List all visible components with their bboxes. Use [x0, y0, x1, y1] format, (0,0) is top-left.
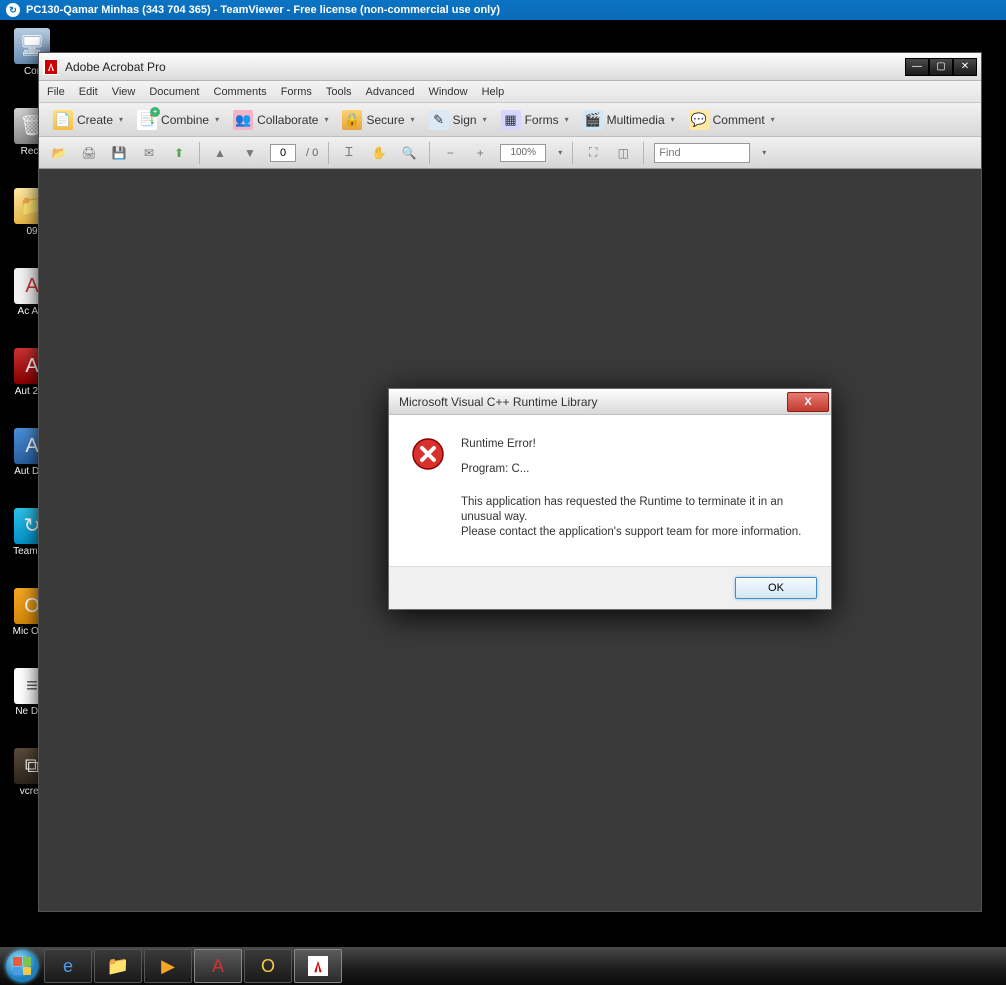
ok-button[interactable]: OK [735, 577, 817, 599]
zoom-out-icon[interactable]: − [440, 143, 460, 163]
taskbar-acrobat[interactable] [294, 949, 342, 983]
menu-view[interactable]: View [112, 86, 136, 98]
taskbar-explorer[interactable]: 📁 [94, 949, 142, 983]
menu-edit[interactable]: Edit [79, 86, 98, 98]
error-message: Runtime Error! Program: C... This applic… [461, 437, 809, 550]
save-icon[interactable]: 💾 [109, 143, 129, 163]
collaborate-button[interactable]: 👥Collaborate▾ [229, 107, 332, 133]
find-input[interactable] [654, 143, 750, 163]
taskbar-mediaplayer[interactable]: ▶ [144, 949, 192, 983]
acrobat-menubar: File Edit View Document Comments Forms T… [39, 81, 981, 103]
marquee-zoom-icon[interactable]: 🔍 [399, 143, 419, 163]
minimize-button[interactable]: — [905, 58, 929, 76]
start-button[interactable] [2, 947, 42, 985]
next-page-icon[interactable]: ▼ [240, 143, 260, 163]
zoom-in-icon[interactable]: + [470, 143, 490, 163]
menu-forms[interactable]: Forms [281, 86, 312, 98]
sign-button[interactable]: ✎Sign▾ [425, 107, 491, 133]
secure-button[interactable]: 🔒Secure▾ [338, 107, 418, 133]
taskbar-outlook[interactable]: O [244, 949, 292, 983]
zoom-level[interactable]: 100% [500, 144, 546, 162]
multimedia-button[interactable]: 🎬Multimedia▾ [579, 107, 679, 133]
windows-logo-icon [6, 950, 38, 982]
combine-button[interactable]: 📑Combine▾ [133, 107, 223, 133]
fit-width-icon[interactable]: ⛶ [583, 143, 603, 163]
comment-button[interactable]: 💬Comment▾ [685, 107, 779, 133]
error-titlebar[interactable]: Microsoft Visual C++ Runtime Library X [389, 389, 831, 415]
menu-tools[interactable]: Tools [326, 86, 352, 98]
maximize-button[interactable]: ▢ [929, 58, 953, 76]
menu-window[interactable]: Window [428, 86, 467, 98]
menu-help[interactable]: Help [482, 86, 505, 98]
error-close-button[interactable]: X [787, 392, 829, 412]
prev-page-icon[interactable]: ▲ [210, 143, 230, 163]
error-msg2: Please contact the application's support… [461, 526, 801, 538]
error-heading: Runtime Error! [461, 437, 809, 452]
comment-icon: 💬 [689, 110, 709, 130]
page-total: / 0 [306, 147, 318, 159]
sign-icon: ✎ [429, 110, 449, 130]
create-button[interactable]: 📄Create▾ [49, 107, 127, 133]
error-msg1: This application has requested the Runti… [461, 496, 783, 523]
taskbar-ie[interactable]: e [44, 949, 92, 983]
close-button[interactable]: ✕ [953, 58, 977, 76]
fit-page-icon[interactable]: ◫ [613, 143, 633, 163]
page-number-input[interactable] [270, 144, 296, 162]
error-title-text: Microsoft Visual C++ Runtime Library [399, 395, 598, 409]
teamviewer-icon: ↻ [6, 3, 20, 17]
email-icon[interactable]: ✉ [139, 143, 159, 163]
menu-comments[interactable]: Comments [214, 86, 267, 98]
menu-file[interactable]: File [47, 86, 65, 98]
acrobat-app-icon [43, 59, 59, 75]
print-icon[interactable]: 🖨 [79, 143, 99, 163]
create-icon: 📄 [53, 110, 73, 130]
acrobat-toolbar-primary: 📄Create▾ 📑Combine▾ 👥Collaborate▾ 🔒Secure… [39, 103, 981, 137]
acrobat-titlebar[interactable]: Adobe Acrobat Pro — ▢ ✕ [39, 53, 981, 81]
runtime-error-dialog: Microsoft Visual C++ Runtime Library X R… [388, 388, 832, 610]
collaborate-icon: 👥 [233, 110, 253, 130]
teamviewer-titlebar: ↻ PC130-Qamar Minhas (343 704 365) - Tea… [0, 0, 1006, 20]
secure-icon: 🔒 [342, 110, 362, 130]
remote-desktop: 🖥Cor 🗑Recy 📁09 AAc Acr AAut 201 AAut Des… [0, 20, 1006, 947]
menu-advanced[interactable]: Advanced [366, 86, 415, 98]
acrobat-title-text: Adobe Acrobat Pro [65, 60, 166, 74]
error-icon [411, 437, 445, 471]
teamviewer-title: PC130-Qamar Minhas (343 704 365) - TeamV… [26, 4, 500, 16]
upload-icon[interactable]: ⬆ [169, 143, 189, 163]
menu-document[interactable]: Document [149, 86, 199, 98]
taskbar-autocad[interactable]: A [194, 949, 242, 983]
acrobat-toolbar-secondary: 📂 🖨 💾 ✉ ⬆ ▲ ▼ / 0 Ꮖ ✋ 🔍 − + 100%▾ ⛶ ◫ ▾ [39, 137, 981, 169]
forms-icon: ▦ [501, 110, 521, 130]
combine-icon: 📑 [137, 110, 157, 130]
taskbar: e 📁 ▶ A O [0, 947, 1006, 985]
hand-tool-icon[interactable]: ✋ [369, 143, 389, 163]
error-program: Program: C... [461, 462, 809, 477]
open-icon[interactable]: 📂 [49, 143, 69, 163]
multimedia-icon: 🎬 [583, 110, 603, 130]
forms-button[interactable]: ▦Forms▾ [497, 107, 573, 133]
select-tool-icon[interactable]: Ꮖ [339, 143, 359, 163]
